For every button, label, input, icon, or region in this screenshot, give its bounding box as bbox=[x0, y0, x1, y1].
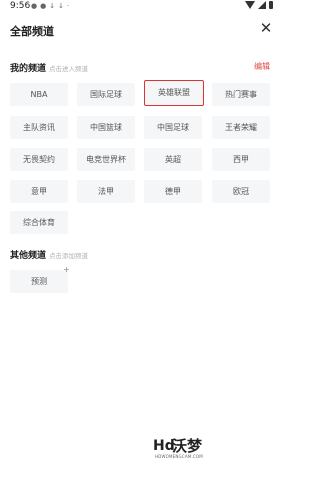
wifi-icon bbox=[245, 1, 255, 9]
channel-chip[interactable]: 中国篮球 bbox=[77, 116, 135, 139]
channel-chip[interactable]: 德甲 bbox=[144, 180, 202, 203]
edit-button[interactable]: 编辑 bbox=[254, 61, 270, 72]
watermark-url: HDWOMENGCAM.COM bbox=[155, 454, 203, 459]
battery-icon bbox=[269, 1, 273, 9]
channel-chip[interactable]: 欧冠 bbox=[212, 180, 270, 203]
channel-chip[interactable]: 国际足球 bbox=[77, 83, 135, 106]
channel-chip[interactable]: 无畏契约 bbox=[10, 148, 68, 171]
channel-chip-selected[interactable]: 英雄联盟 bbox=[144, 80, 204, 106]
channel-chip[interactable]: 法甲 bbox=[77, 180, 135, 203]
channel-chip[interactable]: 王者荣耀 bbox=[212, 116, 270, 139]
channel-chip[interactable]: 中国足球 bbox=[144, 116, 202, 139]
status-right-icons bbox=[245, 1, 273, 9]
other-channels-title: 其他频道 bbox=[10, 251, 47, 261]
page-title: 全部频道 bbox=[10, 25, 54, 38]
channel-chip[interactable]: 热门赛事 bbox=[212, 83, 270, 106]
other-channels-hint: 点击添加频道 bbox=[49, 252, 88, 260]
my-channels-title: 我的频道 bbox=[10, 64, 47, 74]
add-icon[interactable]: + bbox=[63, 266, 70, 274]
signal-icon bbox=[258, 1, 266, 9]
channel-chip[interactable]: NBA bbox=[10, 83, 68, 106]
channel-chip[interactable]: 西甲 bbox=[212, 148, 270, 171]
channel-chip[interactable]: 主队资讯 bbox=[10, 116, 68, 139]
channel-chip[interactable]: 综合体育 bbox=[10, 211, 68, 234]
watermark-name: 沃梦 bbox=[172, 437, 203, 455]
watermark-logo: Hd 沃梦 HDWOMENGCAM.COM bbox=[153, 434, 213, 464]
status-time: 9:56 bbox=[10, 1, 31, 11]
close-icon[interactable]: ✕ bbox=[258, 20, 274, 36]
status-notification-icons: ●●↓↓· bbox=[31, 2, 73, 10]
status-bar: 9:56 ●●↓↓· bbox=[0, 0, 281, 12]
channel-chip[interactable]: 英超 bbox=[144, 148, 202, 171]
my-channels-hint: 点击进入频道 bbox=[49, 65, 88, 73]
channel-chip[interactable]: 意甲 bbox=[10, 180, 68, 203]
channel-chip-add[interactable]: 预测 bbox=[10, 270, 68, 293]
channel-chip[interactable]: 电竞世界杯 bbox=[77, 148, 135, 171]
